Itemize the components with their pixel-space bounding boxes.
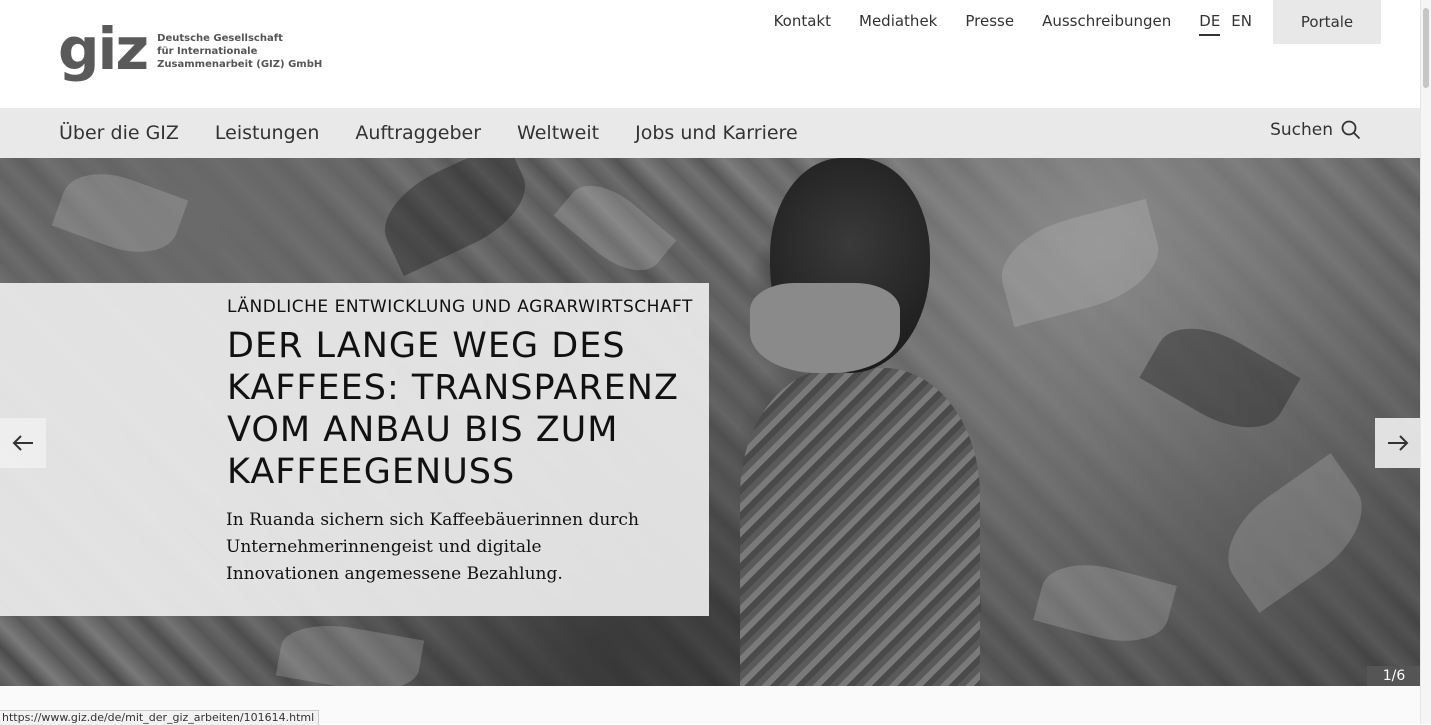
- meta-nav: Kontakt Mediathek Presse Ausschreibungen…: [760, 0, 1381, 44]
- nav-item-ueber-die-giz[interactable]: Über die GIZ: [59, 122, 179, 144]
- main-nav-items: Über die GIZ Leistungen Auftraggeber Wel…: [59, 108, 834, 158]
- search-button[interactable]: Suchen: [1270, 120, 1361, 140]
- nav-item-jobs-und-karriere[interactable]: Jobs und Karriere: [635, 122, 798, 144]
- slider-next-button[interactable]: [1375, 418, 1421, 468]
- logo-text: Deutsche Gesellschaft für Internationale…: [157, 32, 322, 71]
- site-header: giz Deutsche Gesellschaft für Internatio…: [0, 0, 1421, 108]
- meta-link-mediathek[interactable]: Mediathek: [845, 0, 951, 32]
- hero-story-box[interactable]: LÄNDLICHE ENTWICKLUNG UND AGRARWIRTSCHAF…: [0, 283, 709, 616]
- search-icon: [1341, 120, 1361, 140]
- search-label: Suchen: [1270, 120, 1333, 140]
- page-scrollbar[interactable]: [1420, 0, 1431, 724]
- scrollbar-thumb[interactable]: [1423, 8, 1429, 88]
- hero-headline[interactable]: DER LANGE WEG DES KAFFEES: TRANSPARENZ V…: [227, 325, 687, 493]
- slider-prev-button[interactable]: [0, 418, 46, 468]
- arrow-left-icon: [12, 435, 33, 451]
- hero-kicker: LÄNDLICHE ENTWICKLUNG UND AGRARWIRTSCHAF…: [227, 297, 693, 317]
- main-nav: Über die GIZ Leistungen Auftraggeber Wel…: [0, 108, 1421, 158]
- logo-line: für Internationale: [157, 46, 258, 57]
- logo-mark: giz: [58, 15, 149, 83]
- portale-button[interactable]: Portale: [1273, 0, 1381, 44]
- hero-slider[interactable]: LÄNDLICHE ENTWICKLUNG UND AGRARWIRTSCHAF…: [0, 158, 1421, 686]
- language-switcher: DE EN: [1199, 0, 1252, 36]
- slide-counter: 1/6: [1367, 666, 1421, 686]
- meta-link-presse[interactable]: Presse: [951, 0, 1028, 32]
- browser-status-url: https://www.giz.de/de/mit_der_giz_arbeit…: [0, 710, 320, 725]
- nav-item-weltweit[interactable]: Weltweit: [517, 122, 599, 144]
- logo-line: Deutsche Gesellschaft: [157, 33, 283, 44]
- meta-link-ausschreibungen[interactable]: Ausschreibungen: [1028, 0, 1185, 32]
- nav-item-auftraggeber[interactable]: Auftraggeber: [355, 122, 481, 144]
- giz-logo[interactable]: giz Deutsche Gesellschaft für Internatio…: [58, 15, 322, 83]
- arrow-right-icon: [1388, 435, 1409, 451]
- nav-item-leistungen[interactable]: Leistungen: [215, 122, 319, 144]
- lang-de[interactable]: DE: [1199, 12, 1221, 36]
- hero-teaser: In Ruanda sichern sich Kaffeebäuerinnen …: [226, 510, 639, 584]
- coffee-farmer-photo: [740, 158, 980, 686]
- logo-line: Zusammenarbeit (GIZ) GmbH: [157, 59, 323, 70]
- meta-link-kontakt[interactable]: Kontakt: [760, 0, 845, 32]
- lang-en[interactable]: EN: [1231, 12, 1252, 36]
